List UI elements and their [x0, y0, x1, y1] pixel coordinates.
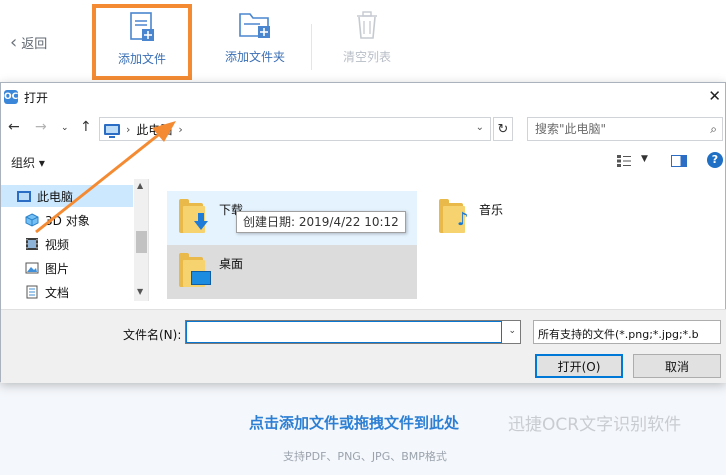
view-options-icon[interactable] [617, 155, 631, 167]
back-label: 返回 [21, 37, 48, 52]
up-arrow-icon[interactable]: ↑ [80, 119, 92, 135]
add-folder-label: 添加文件夹 [224, 50, 285, 64]
toolbar-divider [311, 24, 312, 70]
forward-arrow-icon[interactable]: → [35, 119, 47, 135]
command-bar: 组织 ▾ ▼ ? [1, 149, 726, 175]
file-name: 音乐 [479, 203, 504, 217]
chevron-down-icon[interactable]: ⌄ [476, 122, 484, 133]
downloads-folder-icon [179, 199, 209, 233]
address-bar[interactable]: › 此电脑 › ⌄ [99, 117, 491, 141]
navigation-bar: ← → ⌄ ↑ › 此电脑 › ⌄ ↻ ⌕ [1, 115, 726, 143]
help-icon[interactable]: ? [707, 152, 723, 168]
breadcrumb-location[interactable]: 此电脑 [136, 121, 172, 138]
nav-scrollbar[interactable]: ▲ ▼ [134, 179, 148, 301]
breadcrumb-chevron-icon[interactable]: › [178, 123, 182, 136]
desktop-folder-icon [179, 253, 211, 287]
folder-music[interactable]: ♪ 音乐 [427, 191, 677, 245]
document-icon [26, 285, 38, 299]
nav-item-label: 3D 对象 [45, 213, 90, 228]
organize-menu[interactable]: 组织 ▾ [11, 154, 45, 171]
music-folder-icon: ♪ [439, 199, 469, 233]
nav-item-label: 图片 [45, 261, 70, 276]
chevron-down-icon[interactable]: ▼ [137, 287, 143, 296]
add-file-button[interactable]: 添加文件 [92, 4, 192, 80]
video-icon [26, 238, 38, 250]
preview-pane-icon[interactable] [671, 155, 687, 167]
nav-item-this-pc[interactable]: 此电脑 [1, 185, 133, 207]
cube-icon [25, 213, 39, 227]
drop-zone[interactable]: 点击添加文件或拖拽文件到此处 迅捷OCR文字识别软件 支持PDF、PNG、JPG… [0, 382, 726, 475]
chevron-up-icon[interactable]: ▲ [137, 181, 143, 190]
filename-label: 文件名(N): [123, 328, 182, 342]
cancel-button[interactable]: 取消 [633, 354, 721, 378]
computer-icon [17, 190, 31, 202]
created-date-tooltip: 创建日期: 2019/4/22 10:12 [236, 211, 406, 233]
open-button[interactable]: 打开(O) [535, 354, 623, 378]
clear-list-label: 清空列表 [342, 50, 391, 64]
filetype-selected: 所有支持的文件(*.png;*.jpg;*.b [538, 328, 699, 341]
dialog-footer: 文件名(N): ⌄ 所有支持的文件(*.png;*.jpg;*.b 打开(O) … [1, 309, 726, 383]
organize-label: 组织 [11, 156, 36, 170]
nav-item-3d-objects[interactable]: 3D 对象 [1, 209, 133, 231]
nav-item-label: 此电脑 [37, 189, 74, 204]
scrollbar-thumb[interactable] [136, 231, 147, 253]
dialog-title: 打开 [24, 90, 49, 105]
refresh-icon: ↻ [497, 121, 509, 137]
trash-icon [357, 11, 377, 39]
add-file-label: 添加文件 [117, 52, 166, 66]
view-dropdown-icon[interactable]: ▼ [641, 154, 648, 164]
recent-locations-icon[interactable]: ⌄ [61, 123, 69, 133]
file-name: 桌面 [219, 257, 244, 271]
add-folder-button[interactable]: 添加文件夹 [218, 10, 292, 80]
nav-item-documents[interactable]: 文档 [1, 281, 133, 301]
refresh-button[interactable]: ↻ [493, 117, 513, 141]
back-arrow-icon[interactable]: ← [8, 119, 20, 135]
dialog-titlebar: OCR 打开 ✕ [1, 83, 725, 111]
watermark: 迅捷OCR文字识别软件 [508, 415, 682, 435]
app-logo-icon: OCR [4, 90, 26, 104]
app-toolbar: ‹ 返回 添加文件 添加文件夹 清空列表 [0, 0, 726, 84]
add-folder-icon [239, 13, 270, 38]
search-input[interactable] [535, 122, 705, 136]
back-button[interactable]: ‹ 返回 [10, 33, 47, 52]
filename-input[interactable] [186, 321, 502, 343]
search-icon[interactable]: ⌕ [710, 122, 717, 137]
format-hint: 支持PDF、PNG、JPG、BMP格式 [283, 450, 447, 463]
nav-item-videos[interactable]: 视频 [1, 233, 133, 255]
nav-item-label: 文档 [45, 285, 70, 300]
nav-item-label: 视频 [45, 237, 70, 252]
filename-combobox[interactable]: ⌄ [185, 320, 521, 344]
file-list: 下载 ♪ 音乐 桌面 [151, 179, 721, 301]
computer-icon [104, 123, 120, 138]
navigation-pane: 此电脑 3D 对象 视频 图片 文档 ▲ ▼ [1, 179, 149, 301]
add-file-icon [130, 12, 154, 41]
picture-icon [25, 262, 39, 274]
chevron-down-icon[interactable]: ⌄ [508, 326, 516, 336]
chevron-left-icon: ‹ [10, 31, 18, 53]
nav-item-pictures[interactable]: 图片 [1, 257, 133, 279]
search-box[interactable]: ⌕ [527, 117, 723, 141]
folder-desktop[interactable]: 桌面 [167, 245, 417, 299]
clear-list-button[interactable]: 清空列表 [334, 10, 400, 80]
close-icon[interactable]: ✕ [708, 87, 721, 105]
filetype-select[interactable]: 所有支持的文件(*.png;*.jpg;*.b [533, 320, 721, 344]
breadcrumb-chevron-icon[interactable]: › [126, 123, 130, 136]
drop-hint: 点击添加文件或拖拽文件到此处 [249, 414, 460, 432]
